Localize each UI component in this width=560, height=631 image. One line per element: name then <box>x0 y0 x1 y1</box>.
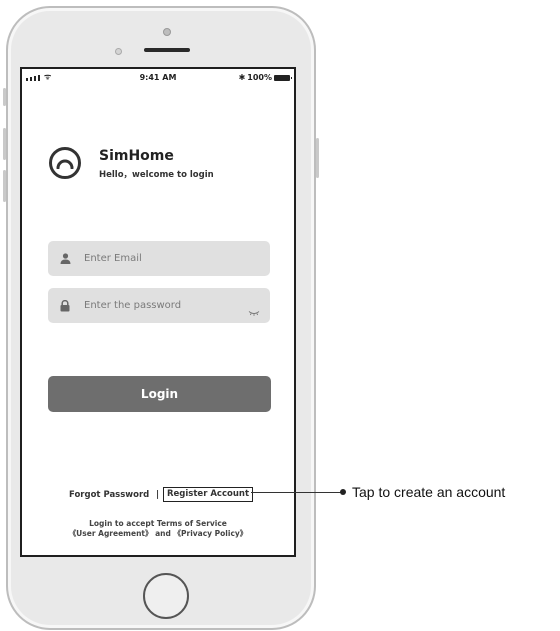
terms-notice: Login to accept Terms of Service 《User A… <box>22 519 294 538</box>
callout-dot <box>340 489 346 495</box>
volume-down-button <box>3 170 6 202</box>
bluetooth-icon: ✱ <box>238 73 246 82</box>
battery-indicator: ✱ 100% <box>238 73 292 82</box>
app-name: SimHome <box>99 148 174 164</box>
earpiece-speaker <box>144 48 190 52</box>
status-bar: ᯤ 9:41 AM ✱ 100% <box>22 69 294 87</box>
terms-line: Login to accept Terms of Service <box>89 519 227 528</box>
forgot-password-link[interactable]: Forgot Password <box>69 490 149 500</box>
password-field[interactable] <box>48 288 270 323</box>
battery-icon <box>274 74 292 81</box>
lock-icon <box>58 299 72 313</box>
proximity-sensor <box>115 48 122 55</box>
password-input[interactable] <box>82 299 236 312</box>
callout-line <box>251 492 343 493</box>
email-field[interactable] <box>48 241 270 276</box>
battery-percent: 100% <box>247 73 272 82</box>
email-input[interactable] <box>82 252 236 265</box>
policy-links[interactable]: 《User Agreement》 and 《Privacy Policy》 <box>22 529 294 539</box>
eye-closed-icon[interactable] <box>248 301 260 320</box>
front-camera <box>163 28 171 36</box>
app-screen: ᯤ 9:41 AM ✱ 100% SimHome Hello，welcome t… <box>20 67 296 557</box>
register-account-link[interactable]: Register Account <box>163 487 254 502</box>
welcome-subtitle: Hello，welcome to login <box>99 170 214 180</box>
volume-up-button <box>3 128 6 160</box>
mute-switch <box>3 88 6 106</box>
user-icon <box>58 252 72 266</box>
home-button[interactable] <box>143 573 189 619</box>
logo-icon <box>49 147 81 179</box>
power-button <box>316 138 319 178</box>
login-button[interactable]: Login <box>48 376 271 412</box>
callout-label: Tap to create an account <box>352 484 506 500</box>
link-divider: | <box>156 490 160 500</box>
